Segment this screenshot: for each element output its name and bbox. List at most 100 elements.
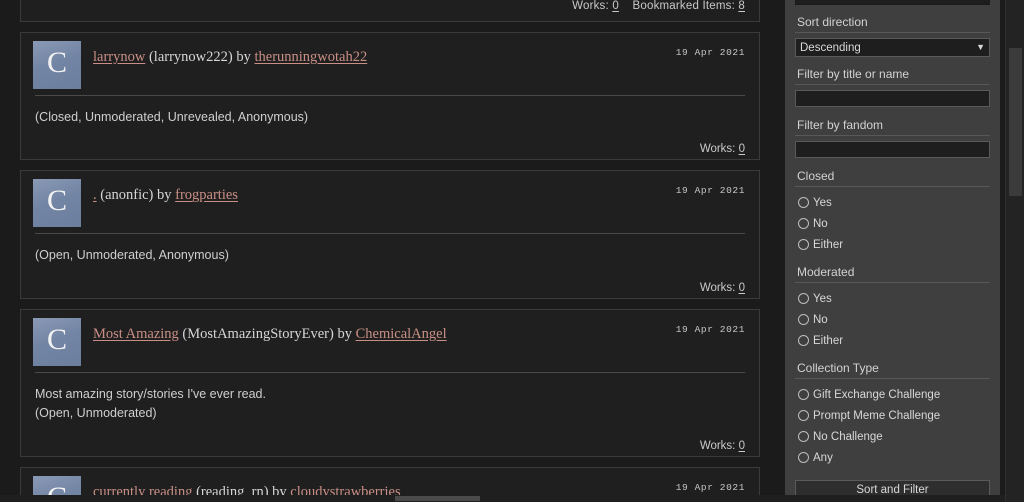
collection-title-line: . (anonfic) by frogparties <box>93 179 747 204</box>
radio-option[interactable]: Any <box>795 447 990 468</box>
radio-label: No <box>813 313 828 326</box>
collection-nickname: (anonfic) <box>100 187 154 204</box>
collection-summary: Most amazing story/stories I've ever rea… <box>35 386 266 401</box>
collection-meta: Works: 0 <box>700 282 745 294</box>
collection-footer: Works: 0 <box>21 131 759 159</box>
collection-avatar: C <box>33 41 81 89</box>
bookmarked-items-label: Bookmarked Items: <box>632 0 735 12</box>
collection-status: (Open, Unmoderated) <box>35 406 157 421</box>
filter-title-input[interactable] <box>795 90 990 107</box>
collection-header: C larrynow (larrynow222) by therunningwo… <box>21 33 759 89</box>
collection-owner-link[interactable]: frogparties <box>175 187 238 203</box>
radio-circle-icon <box>798 389 809 400</box>
by-word: by <box>157 187 172 204</box>
collection-type-label: Collection Type <box>795 357 990 379</box>
radio-circle-icon <box>798 452 809 463</box>
radio-label: Prompt Meme Challenge <box>813 409 941 422</box>
radio-label: Any <box>813 451 833 464</box>
radio-option[interactable]: Yes <box>795 288 990 309</box>
collection-title-link[interactable]: larrynow <box>93 49 145 65</box>
collection-status: (Closed, Unmoderated, Unrevealed, Anonym… <box>35 110 309 124</box>
horizontal-scrollbar-thumb[interactable] <box>395 496 480 501</box>
chevron-down-icon: ▼ <box>976 42 985 52</box>
filter-title-label: Filter by title or name <box>795 63 990 85</box>
collection-card: C larrynow (larrynow222) by therunningwo… <box>20 32 760 161</box>
collection-nickname: (larrynow222) <box>148 49 233 65</box>
works-count-link[interactable]: 0 <box>739 282 745 294</box>
collection-body: Most amazing story/stories I've ever rea… <box>21 373 759 428</box>
collection-header: C Most Amazing (MostAmazingStoryEver) by… <box>21 310 759 366</box>
collection-body: (Open, Unmoderated, Anonymous) <box>21 234 759 269</box>
radio-option[interactable]: Either <box>795 330 990 351</box>
works-count-link[interactable]: 0 <box>739 143 745 155</box>
collection-date: 19 Apr 2021 <box>675 481 745 493</box>
filter-fandom-input[interactable] <box>795 141 990 158</box>
collection-nickname: (MostAmazingStoryEver) <box>182 325 334 342</box>
collection-date: 19 Apr 2021 <box>675 185 745 197</box>
collection-date: 19 Apr 2021 <box>675 323 745 335</box>
works-count-link[interactable]: 0 <box>739 440 745 452</box>
sort-direction-label: Sort direction <box>795 11 990 33</box>
radio-option[interactable]: Yes <box>795 192 990 213</box>
works-count-link[interactable]: 0 <box>612 0 619 12</box>
radio-circle-icon <box>798 314 809 325</box>
collection-card: C Most Amazing (MostAmazingStoryEver) by… <box>20 308 760 457</box>
collection-owner-link[interactable]: ChemicalAngel <box>356 326 447 342</box>
page-root: Works: 0 Bookmarked Items: 8 C larrynow … <box>0 0 1024 502</box>
horizontal-scrollbar[interactable] <box>0 495 1005 502</box>
collection-footer: Works: 0 <box>21 428 759 456</box>
radio-option[interactable]: No <box>795 213 990 234</box>
collection-title-line: Most Amazing (MostAmazingStoryEver) by C… <box>93 318 747 343</box>
radio-option[interactable]: Prompt Meme Challenge <box>795 405 990 426</box>
sort-direction-value: Descending <box>800 41 861 54</box>
radio-option[interactable]: No <box>795 309 990 330</box>
by-word: by <box>337 325 352 342</box>
collection-meta: Works: 0 <box>700 143 745 155</box>
sort-and-filter-sidebar: Sort direction Descending ▼ Filter by ti… <box>785 0 1000 502</box>
radio-label: Either <box>813 238 844 251</box>
radio-circle-icon <box>798 197 809 208</box>
moderated-label: Moderated <box>795 261 990 283</box>
filter-fandom-label: Filter by fandom <box>795 114 990 136</box>
closed-label: Closed <box>795 165 990 187</box>
vertical-scrollbar-thumb[interactable] <box>1009 48 1022 196</box>
collection-avatar: C <box>33 179 81 228</box>
collection-title-link[interactable]: Most Amazing <box>93 326 179 342</box>
collection-body: (Closed, Unmoderated, Unrevealed, Anonym… <box>21 96 759 131</box>
bookmarked-items-count-link[interactable]: 8 <box>738 0 745 12</box>
sidebar-partial-field <box>795 0 990 5</box>
radio-option[interactable]: Either <box>795 234 990 255</box>
closed-radio-group: Yes No Either <box>795 192 990 255</box>
collection-date: 19 Apr 2021 <box>675 47 745 58</box>
radio-option[interactable]: No Challenge <box>795 426 990 447</box>
radio-circle-icon <box>798 293 809 304</box>
works-label: Works: <box>572 0 609 12</box>
collection-type-radio-group: Gift Exchange Challenge Prompt Meme Chal… <box>795 384 990 468</box>
collection-meta: Works: 0 <box>700 440 745 452</box>
radio-label: Yes <box>813 292 832 305</box>
works-label: Works: <box>699 143 736 156</box>
collection-card: C . (anonfic) by frogparties 19 Apr 2021… <box>20 170 760 299</box>
radio-circle-icon <box>798 218 809 229</box>
radio-circle-icon <box>798 431 809 442</box>
collection-avatar: C <box>33 317 81 366</box>
collection-title-link[interactable]: . <box>93 187 97 203</box>
sort-direction-select[interactable]: Descending ▼ <box>795 38 990 57</box>
collection-status: (Open, Unmoderated, Anonymous) <box>35 248 229 263</box>
collection-header: C . (anonfic) by frogparties 19 Apr 2021 <box>21 171 759 228</box>
radio-label: Yes <box>813 196 832 209</box>
radio-circle-icon <box>798 335 809 346</box>
vertical-scrollbar[interactable] <box>1005 0 1024 502</box>
radio-circle-icon <box>798 410 809 421</box>
works-label: Works: <box>699 439 736 452</box>
collection-owner-link[interactable]: therunningwotah22 <box>254 49 367 65</box>
collection-title-line: larrynow (larrynow222) by therunningwota… <box>93 41 747 66</box>
radio-label: Either <box>813 334 844 347</box>
radio-circle-icon <box>798 239 809 250</box>
collection-meta: Works: 0 Bookmarked Items: 8 <box>572 0 745 12</box>
radio-option[interactable]: Gift Exchange Challenge <box>795 384 990 405</box>
collections-list-panel: Works: 0 Bookmarked Items: 8 C larrynow … <box>0 0 780 502</box>
by-word: by <box>236 49 251 65</box>
works-label: Works: <box>699 281 736 294</box>
collection-card-partial: Works: 0 Bookmarked Items: 8 <box>20 0 760 22</box>
